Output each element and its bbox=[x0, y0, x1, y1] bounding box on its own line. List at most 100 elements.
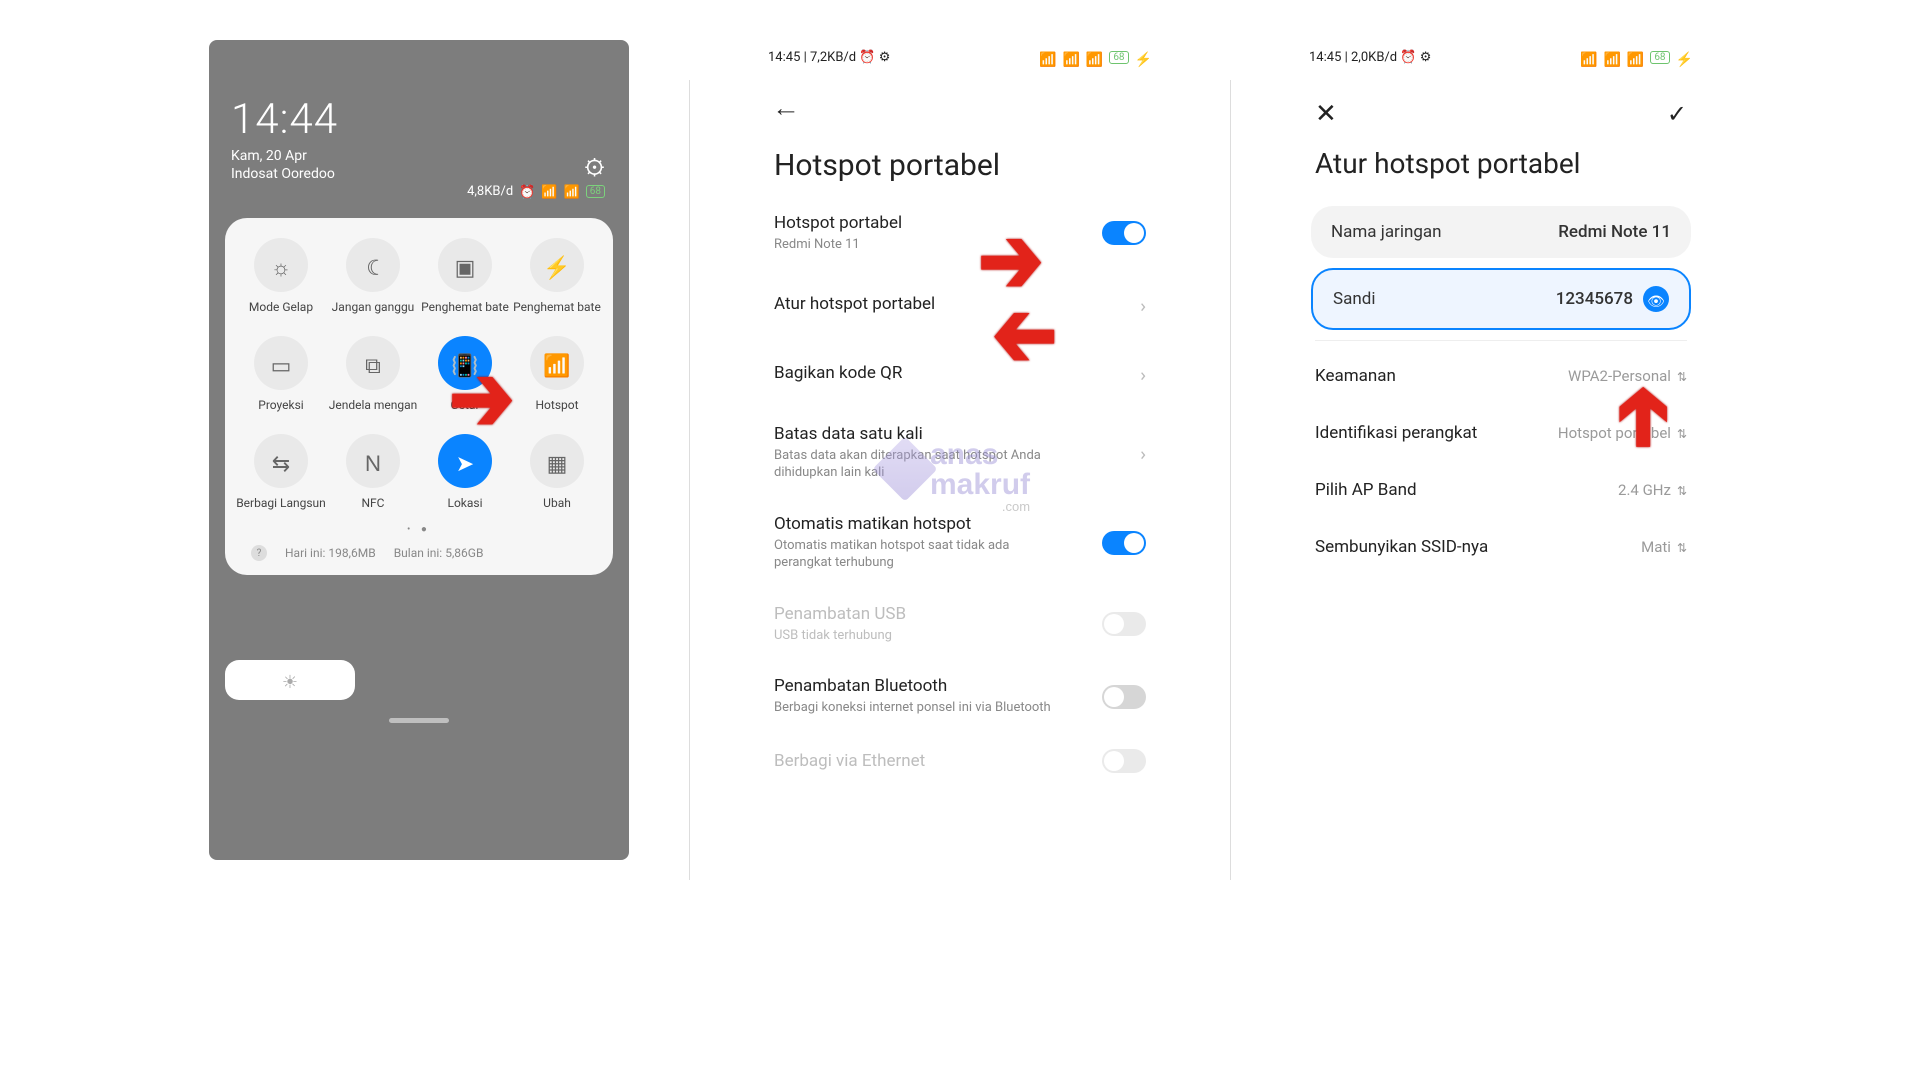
divider bbox=[1230, 80, 1231, 880]
page-title: Atur hotspot portabel bbox=[1291, 141, 1711, 196]
qs-tile-icon: ▭ bbox=[254, 336, 308, 390]
row-subtitle: Redmi Note 11 bbox=[774, 236, 902, 254]
statusbar-right: 4,8KB/d ⏰ 📶 📶 68 bbox=[467, 178, 605, 204]
qs-tile-jendela-mengan[interactable]: ⧉ Jendela mengan bbox=[327, 336, 419, 412]
data-usage-row: ? Hari ini: 198,6MB Bulan ini: 5,86GB bbox=[235, 545, 603, 561]
charging-icon: ⚡ bbox=[1135, 43, 1152, 72]
qs-tile-label: Penghemat bate bbox=[511, 300, 603, 314]
row-label: Bagikan kode QR bbox=[774, 363, 902, 383]
toggle-switch[interactable] bbox=[1102, 221, 1146, 245]
setting-row-hotspot-portabel[interactable]: Hotspot portabelRedmi Note 11 bbox=[750, 197, 1170, 270]
signal-icon: 📶 bbox=[1580, 43, 1597, 72]
qs-tile-icon: ⇆ bbox=[254, 434, 308, 488]
page-dots: • ● bbox=[235, 524, 603, 535]
qs-tile-hotspot[interactable]: 📶Hotspot bbox=[511, 336, 603, 412]
qs-tile-label: Lokasi bbox=[419, 496, 511, 510]
close-icon[interactable]: ✕ bbox=[1315, 84, 1337, 137]
network-name-field[interactable]: Nama jaringan Redmi Note 11 bbox=[1311, 206, 1691, 258]
row-subtitle: USB tidak terhubung bbox=[774, 627, 906, 645]
qs-tile-icon: ➤ bbox=[438, 434, 492, 488]
qs-tile-jangan-ganggu[interactable]: ☾ Jangan ganggu bbox=[327, 238, 419, 314]
option-row-keamanan[interactable]: KeamananWPA2-Personal⇅ bbox=[1291, 347, 1711, 404]
row-label: Atur hotspot portabel bbox=[774, 294, 935, 314]
qs-tile-label: Proyeksi bbox=[235, 398, 327, 412]
toggle-switch[interactable] bbox=[1102, 531, 1146, 555]
option-row-identifikasi-perangkat[interactable]: Identifikasi perangkat Hotspot portabel⇅ bbox=[1291, 404, 1711, 461]
phone-hotspot-setup: 14:45 | 2,0KB/d ⏰ ⚙ 📶 📶 📶 68 ⚡ ✕ ✓ Atur … bbox=[1291, 40, 1711, 860]
setting-row-penambatan-bluetooth[interactable]: Penambatan BluetoothBerbagi koneksi inte… bbox=[750, 660, 1170, 733]
toggle-visibility-icon[interactable]: 👁 bbox=[1643, 286, 1669, 312]
statusbar-right: 📶 📶 📶 68 ⚡ bbox=[1039, 43, 1152, 72]
separator bbox=[1315, 340, 1687, 341]
qs-tile-icon: ⧉ bbox=[346, 336, 400, 390]
qs-tile-penghemat-bate[interactable]: ⚡ Penghemat bate bbox=[511, 238, 603, 314]
qs-tile-icon: ▣ bbox=[438, 238, 492, 292]
option-label: Identifikasi perangkat bbox=[1315, 423, 1477, 443]
qs-tile-berbagi-langsun[interactable]: ⇆Berbagi Langsun bbox=[235, 434, 327, 510]
qs-tile-label: Jangan ganggu bbox=[327, 300, 419, 314]
option-value: 2.4 GHz⇅ bbox=[1618, 477, 1687, 502]
qs-tile-proyeksi[interactable]: ▭ Proyeksi bbox=[235, 336, 327, 412]
page-header: ← Hotspot portabel bbox=[750, 74, 1170, 187]
confirm-check-icon[interactable]: ✓ bbox=[1667, 86, 1687, 136]
qs-tile-ubah[interactable]: ▦Ubah bbox=[511, 434, 603, 510]
wifi2-icon: 📶 bbox=[1627, 43, 1644, 72]
row-subtitle: Otomatis matikan hotspot saat tidak ada … bbox=[774, 537, 1054, 572]
charging-icon: ⚡ bbox=[1676, 43, 1693, 72]
statusbar-right: 📶 📶 📶 68 ⚡ bbox=[1580, 43, 1693, 72]
row-label: Otomatis matikan hotspot bbox=[774, 514, 1054, 534]
qs-tile-label: Penghemat bate bbox=[419, 300, 511, 314]
option-row-pilih-ap-band[interactable]: Pilih AP Band2.4 GHz⇅ bbox=[1291, 461, 1711, 518]
options-list: KeamananWPA2-Personal⇅Identifikasi peran… bbox=[1291, 347, 1711, 575]
statusbar: 14:45 | 7,2KB/d ⏰ ⚙ 📶 📶 📶 68 ⚡ bbox=[750, 40, 1170, 74]
row-label: Penambatan Bluetooth bbox=[774, 676, 1051, 696]
chevron-right-icon: › bbox=[1140, 355, 1146, 392]
toggle-switch bbox=[1102, 749, 1146, 773]
phone-hotspot-settings: 14:45 | 7,2KB/d ⏰ ⚙ 📶 📶 📶 68 ⚡ ← Hotspot… bbox=[750, 40, 1170, 860]
updown-icon: ⇅ bbox=[1677, 534, 1687, 559]
page-header: ✕ ✓ bbox=[1291, 74, 1711, 141]
page-title: Hotspot portabel bbox=[774, 148, 1146, 183]
qs-tile-lokasi[interactable]: ➤ Lokasi bbox=[419, 434, 511, 510]
brightness-slider[interactable]: ☀ bbox=[225, 660, 355, 700]
chevron-right-icon: › bbox=[1140, 434, 1146, 471]
settings-list: Hotspot portabelRedmi Note 11Atur hotspo… bbox=[750, 187, 1170, 799]
field-label: Sandi bbox=[1333, 289, 1375, 309]
qs-tile-icon: ☾ bbox=[346, 238, 400, 292]
password-field[interactable]: Sandi 12345678 👁 bbox=[1311, 268, 1691, 330]
qs-tile-icon: 📳 bbox=[438, 336, 492, 390]
option-row-sembunyikan-ssid-nya[interactable]: Sembunyikan SSID-nyaMati⇅ bbox=[1291, 518, 1711, 575]
alarm-icon: ⏰ bbox=[519, 178, 535, 204]
qs-tile-mode-gelap[interactable]: ☼Mode Gelap bbox=[235, 238, 327, 314]
qs-tile-label: Ubah bbox=[511, 496, 603, 510]
qs-tile-icon: ⚡ bbox=[530, 238, 584, 292]
signal-icon: 📶 bbox=[541, 178, 557, 204]
option-label: Keamanan bbox=[1315, 366, 1396, 386]
back-arrow-icon[interactable]: ← bbox=[774, 84, 1146, 134]
setting-row-bagikan-kode-qr[interactable]: Bagikan kode QR › bbox=[750, 339, 1170, 408]
chevron-right-icon: › bbox=[1140, 286, 1146, 323]
option-value: Hotspot portabel⇅ bbox=[1558, 420, 1687, 445]
drag-handle[interactable] bbox=[389, 718, 449, 723]
setting-row-otomatis-matikan-hotspot[interactable]: Otomatis matikan hotspot Otomatis matikan… bbox=[750, 498, 1170, 588]
field-label: Nama jaringan bbox=[1331, 222, 1442, 242]
qs-tile-label: Mode Gelap bbox=[235, 300, 327, 314]
setting-row-atur-hotspot-portabel[interactable]: Atur hotspot portabel › bbox=[750, 270, 1170, 339]
qs-tile-getar[interactable]: 📳 Getar bbox=[419, 336, 511, 412]
wifi-icon: 📶 bbox=[1062, 43, 1079, 72]
wifi-icon: 📶 bbox=[564, 178, 580, 204]
setting-row-batas-data-satu-kali[interactable]: Batas data satu kaliBatas data akan dite… bbox=[750, 408, 1170, 498]
qs-tile-label: Hotspot bbox=[511, 398, 603, 412]
updown-icon: ⇅ bbox=[1677, 477, 1687, 502]
qs-tile-label: Jendela mengan bbox=[327, 398, 419, 412]
qs-tile-label: NFC bbox=[327, 496, 419, 510]
field-value: Redmi Note 11 bbox=[1558, 222, 1671, 242]
qs-tile-label: Getar bbox=[419, 398, 511, 412]
toggle-switch[interactable] bbox=[1102, 685, 1146, 709]
updown-icon: ⇅ bbox=[1677, 363, 1687, 388]
qs-tile-icon: N bbox=[346, 434, 400, 488]
field-value: 12345678 bbox=[1556, 289, 1633, 309]
qs-tile-penghemat-bate[interactable]: ▣ Penghemat bate bbox=[419, 238, 511, 314]
battery-indicator: 68 bbox=[586, 185, 605, 198]
qs-tile-nfc[interactable]: N NFC bbox=[327, 434, 419, 510]
